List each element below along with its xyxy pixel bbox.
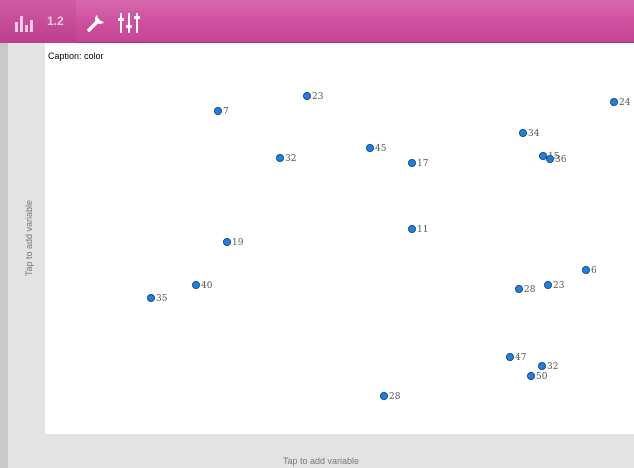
data-point[interactable] xyxy=(191,280,200,289)
data-point-label: 32 xyxy=(285,154,296,164)
data-point[interactable] xyxy=(538,361,547,370)
data-point-label: 28 xyxy=(389,392,401,402)
data-point[interactable] xyxy=(582,265,591,274)
data-point[interactable] xyxy=(407,224,416,233)
data-point-label: 24 xyxy=(619,98,631,108)
data-point-label: 17 xyxy=(417,159,429,169)
data-point[interactable] xyxy=(213,107,222,116)
x-axis-prompt: Tap to add variable xyxy=(282,456,360,466)
data-point[interactable] xyxy=(610,98,619,107)
data-point-label: 11 xyxy=(417,225,428,235)
data-point-label: 45 xyxy=(375,144,387,154)
data-point-label: 19 xyxy=(232,238,244,248)
data-point-label: 23 xyxy=(553,281,565,291)
data-point[interactable] xyxy=(515,284,524,293)
data-point[interactable] xyxy=(379,391,388,400)
data-point-label: 34 xyxy=(528,129,540,139)
data-point-label: 35 xyxy=(156,294,168,304)
data-point-label: 36 xyxy=(555,155,567,165)
data-point-label: 50 xyxy=(536,372,548,382)
data-point[interactable] xyxy=(407,158,416,167)
data-point[interactable] xyxy=(302,92,311,101)
data-point-label: 40 xyxy=(201,281,213,291)
data-point[interactable] xyxy=(527,371,536,380)
data-point-label: 28 xyxy=(524,285,536,295)
data-point[interactable] xyxy=(275,153,284,162)
scatter-plot: 723243432451715361119640 28 233547325028 xyxy=(146,92,631,402)
data-point-label: 32 xyxy=(547,362,558,372)
data-point[interactable] xyxy=(365,143,374,152)
x-axis-drop-zone[interactable]: Tap to add variable xyxy=(8,434,634,468)
data-point[interactable] xyxy=(146,293,155,302)
data-point-label: 23 xyxy=(312,92,324,102)
data-point-label: 6 xyxy=(591,266,597,276)
data-point[interactable] xyxy=(546,154,555,163)
data-point[interactable] xyxy=(544,280,553,289)
data-point[interactable] xyxy=(519,128,528,137)
data-point-label: 7 xyxy=(223,107,229,117)
data-point[interactable] xyxy=(505,352,514,361)
data-point-label: 47 xyxy=(515,353,527,363)
data-point[interactable] xyxy=(539,151,548,160)
data-point[interactable] xyxy=(222,237,231,246)
